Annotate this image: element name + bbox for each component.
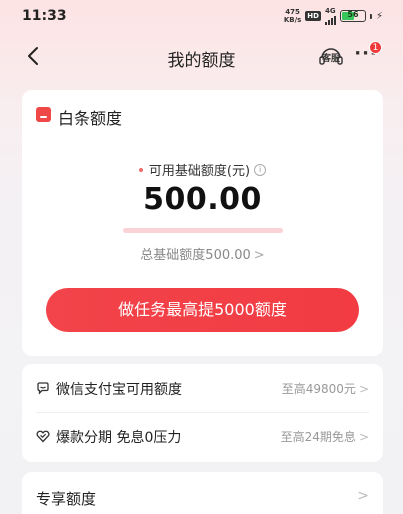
available-amount: 500.00 [143,182,262,217]
exclusive-quota-title: 专享额度 [36,490,97,508]
chevron-right-icon: > [358,430,369,444]
hd-icon: HD [305,11,321,21]
credit-options-list: 微信支付宝可用额度 至高49800元 > 爆款分期 免息0压力 至高24期免息 > [22,364,383,462]
signal-bars [324,15,336,25]
dot-icon [138,167,143,172]
chevron-right-icon: > [357,488,369,504]
customer-service-label: 客服 [321,54,340,64]
total-limit-link[interactable]: 总基础额度500.00 > [22,244,383,263]
list-item-label: 爆款分期 免息0压力 [56,430,182,446]
chevron-right-icon: > [253,248,265,263]
back-button[interactable] [22,44,46,68]
list-item-value-text: 至高24期免息 [280,430,356,444]
notification-badge: 1 [369,41,382,54]
available-limit-label: 可用基础额度(元) [148,164,251,179]
signal-icon: 4G [324,7,336,25]
network-type: 4G [324,7,336,15]
battery-tip [369,13,372,19]
nav-bar: 我的额度 客服 ··· [0,32,403,80]
chat-bubble-icon [37,382,49,395]
battery-level: 56 [347,10,359,19]
list-item-value-text: 至高49800元 [281,382,356,396]
task-boost-button[interactable]: 做任务最高提5000额度 [46,288,359,332]
card-title: 白条额度 [58,109,123,128]
status-bar: 11:33 475 KB/s HD 4G 56 ⚡ [0,0,403,32]
list-item-label: 微信支付宝可用额度 [56,382,182,398]
network-speed-value: 475 [285,8,300,16]
info-icon[interactable]: i [254,163,267,176]
list-item-value: 至高24期免息 > [281,428,369,445]
charging-icon: ⚡ [375,10,383,22]
chevron-right-icon: > [358,382,369,396]
chevron-left-icon [28,47,38,65]
amount-underline [123,228,283,233]
exclusive-quota-item[interactable]: 专享额度 > [22,472,383,514]
battery-icon: 56 [339,10,366,22]
list-item-wechat-alipay[interactable]: 微信支付宝可用额度 至高49800元 > [22,364,383,412]
available-limit-label-row: 可用基础额度(元) i [22,160,383,179]
status-time: 11:33 [22,8,67,24]
heart-shield-icon [36,430,50,443]
status-icons: 475 KB/s HD 4G 56 ⚡ [284,7,383,25]
customer-service-button[interactable]: 客服 [318,44,344,70]
list-item-value: 至高49800元 > [282,380,369,397]
network-speed: 475 KB/s [284,8,301,24]
card-icon [36,107,51,122]
list-item-installment[interactable]: 爆款分期 免息0压力 至高24期免息 > [22,412,383,460]
network-speed-unit: KB/s [283,16,302,24]
total-limit-label: 总基础额度500.00 [140,248,251,263]
quota-card: 白条额度 可用基础额度(元) i 500.00 总基础额度500.00 > 做任务… [22,90,383,356]
